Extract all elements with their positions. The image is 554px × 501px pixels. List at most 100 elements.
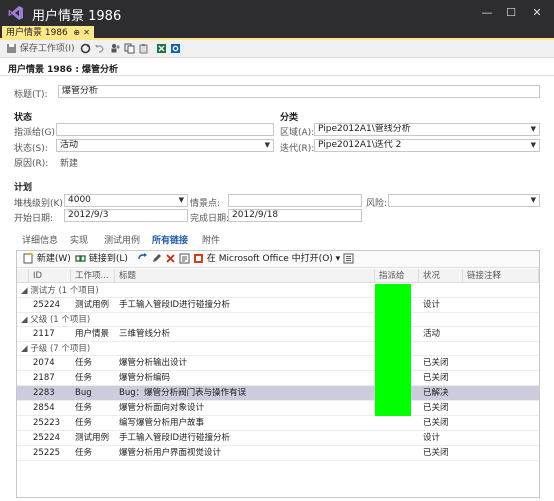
paste-button[interactable] — [138, 42, 149, 56]
links-panel: 新建(W) 链接到(L) 在 Microsoft Office 中打开(O) ▾… — [16, 250, 540, 498]
row-title: Bug：爆管分析阀门表与操作有误 — [119, 388, 247, 398]
list-icon — [343, 253, 354, 264]
collapse-icon: ◢ — [21, 344, 31, 354]
table-row[interactable]: 2074 任务 爆管分析输出设计 已关闭 — [17, 356, 539, 371]
link-options-button[interactable] — [343, 253, 354, 266]
row-title: 爆管分析编码 — [119, 373, 171, 383]
table-row[interactable]: 2117 用户情景 三维管线分析 活动 — [17, 327, 539, 342]
table-row[interactable]: 2187 任务 爆管分析编码 已关闭 — [17, 371, 539, 386]
row-id: 25223 — [33, 418, 61, 428]
clipboard-icon — [139, 44, 148, 54]
row-id: 2074 — [33, 358, 55, 368]
tab-details[interactable]: 详细信息 — [22, 233, 58, 246]
state-label: 状态(S): — [14, 144, 48, 154]
link-group-label: 测试方 (1 个项目) — [30, 286, 99, 296]
area-dropdown[interactable]: Pipe2012A1\管线分析 ▼ — [314, 123, 540, 136]
column-work-item-type[interactable]: 工作项... — [71, 269, 115, 283]
new-link-button[interactable]: 新建(W) — [23, 253, 71, 266]
breadcrumb: 用户情景 1986 : 爆管分析 — [8, 65, 119, 75]
chevron-down-icon: ▼ — [178, 196, 184, 204]
table-row[interactable]: 25224 测试用例 手工输入管段ID进行碰撞分析 设计 — [17, 298, 539, 313]
tab-test-cases[interactable]: 测试用例 — [104, 233, 140, 246]
row-state: 已解决 — [423, 388, 449, 398]
pin-icon[interactable]: ⊕ — [73, 26, 80, 40]
work-item-toolbar: 保存工作项(I) — [0, 40, 554, 58]
link-to-label: 链接到(L) — [88, 254, 128, 264]
delete-link-button[interactable] — [165, 253, 176, 266]
column-id[interactable]: ID — [29, 269, 71, 283]
risk-dropdown[interactable]: ▼ — [388, 194, 540, 207]
stack-rank-dropdown[interactable]: 4000 ▼ — [64, 194, 188, 207]
chevron-down-icon: ▼ — [530, 141, 536, 149]
refresh-button[interactable] — [80, 42, 91, 56]
row-id: 25225 — [33, 448, 61, 458]
open-in-office-label: 在 Microsoft Office 中打开(O) — [206, 254, 333, 264]
copy-icon — [124, 43, 135, 54]
tab-close-icon[interactable]: ✕ — [83, 26, 90, 40]
window-title: 用户情景 1986 — [32, 9, 122, 24]
link-users-button[interactable] — [110, 42, 121, 56]
pencil-icon — [153, 254, 161, 262]
edit-link-button[interactable] — [151, 253, 162, 266]
close-button[interactable]: ✕ — [526, 3, 548, 23]
row-id: 25224 — [33, 433, 61, 443]
collapse-icon: ◢ — [21, 315, 31, 325]
refresh-links-button[interactable] — [137, 253, 148, 266]
assigned-to-label: 指派给(G): — [14, 128, 59, 138]
title-bar: 用户情景 1986 — ☐ ✕ — [0, 0, 554, 26]
tab-implementation[interactable]: 实现 — [70, 233, 88, 246]
link-group-label: 子级 (7 个项目) — [30, 344, 91, 354]
row-title: 爆管分析面向对象设计 — [119, 403, 205, 413]
table-row[interactable]: 2854 任务 爆管分析面向对象设计 已关闭 — [17, 401, 539, 416]
link-group-tested-by[interactable]: ◢ 测试方 (1 个项目) — [17, 284, 539, 298]
open-in-office-button[interactable]: 在 Microsoft Office 中打开(O) ▾ — [193, 253, 340, 266]
area-label: 区域(A): — [280, 128, 315, 138]
link-group-child[interactable]: ◢ 子级 (7 个项目) — [17, 342, 539, 356]
column-title[interactable]: 标题 — [115, 269, 375, 283]
table-row-selected[interactable]: 2283 Bug Bug：爆管分析阀门表与操作有误 已解决 — [17, 386, 539, 401]
column-assigned-to[interactable]: 指派给 — [375, 269, 419, 283]
minimize-button[interactable]: — — [476, 3, 498, 23]
row-title: 爆管分析输出设计 — [119, 358, 188, 368]
row-type: 任务 — [75, 373, 93, 383]
open-link-button[interactable] — [179, 253, 190, 266]
table-row[interactable]: 25224 测试用例 手工输入管段ID进行碰撞分析 设计 — [17, 431, 539, 446]
assigned-to-field[interactable] — [56, 123, 274, 136]
row-state: 设计 — [423, 433, 441, 443]
risk-label: 风险: — [366, 199, 388, 209]
story-points-input[interactable] — [228, 194, 362, 207]
reason-value: 新建 — [60, 159, 79, 169]
finish-date-value: 2012/9/18 — [232, 210, 279, 220]
document-tab-label: 用户情景 1986 — [6, 28, 68, 38]
stack-rank-value: 4000 — [68, 195, 91, 205]
column-state[interactable]: 状况 — [419, 269, 463, 283]
finish-date-input[interactable]: 2012/9/18 — [228, 209, 362, 222]
open-in-outlook-button[interactable] — [170, 42, 181, 56]
row-state: 设计 — [423, 300, 441, 310]
save-work-item-label: 保存工作项(I) — [19, 44, 75, 54]
start-date-input[interactable]: 2012/9/3 — [64, 209, 188, 222]
tab-all-links[interactable]: 所有链接 — [152, 233, 188, 246]
open-in-excel-button[interactable] — [156, 42, 167, 56]
save-icon — [7, 44, 16, 53]
row-state: 已关闭 — [423, 373, 449, 383]
reason-label: 原因(R): — [14, 159, 49, 169]
link-group-parent[interactable]: ◢ 父级 (1 个项目) — [17, 313, 539, 327]
iteration-dropdown[interactable]: Pipe2012A1\迭代 2 ▼ — [314, 139, 540, 152]
maximize-button[interactable]: ☐ — [500, 3, 522, 23]
table-row[interactable]: 25223 任务 编写爆管分析用户故事 已关闭 — [17, 416, 539, 431]
title-input[interactable]: 爆管分析 — [58, 85, 540, 98]
save-work-item-button[interactable]: 保存工作项(I) — [6, 42, 75, 56]
undo-button[interactable] — [94, 42, 105, 56]
collapse-icon: ◢ — [21, 286, 31, 296]
link-to-button[interactable]: 链接到(L) — [75, 253, 128, 266]
row-id: 2117 — [33, 329, 55, 339]
state-dropdown[interactable]: 活动 ▼ — [56, 139, 274, 152]
column-link-comment[interactable]: 链接注释 — [463, 269, 539, 283]
document-tab[interactable]: 用户情景 1986 ⊕ ✕ — [2, 26, 94, 40]
outlook-icon — [171, 44, 180, 53]
copy-work-item-button[interactable] — [124, 42, 135, 56]
table-row[interactable]: 25225 任务 爆管分析用户界面视觉设计 已关闭 — [17, 446, 539, 461]
divider — [0, 75, 554, 76]
tab-attachments[interactable]: 附件 — [202, 233, 220, 246]
